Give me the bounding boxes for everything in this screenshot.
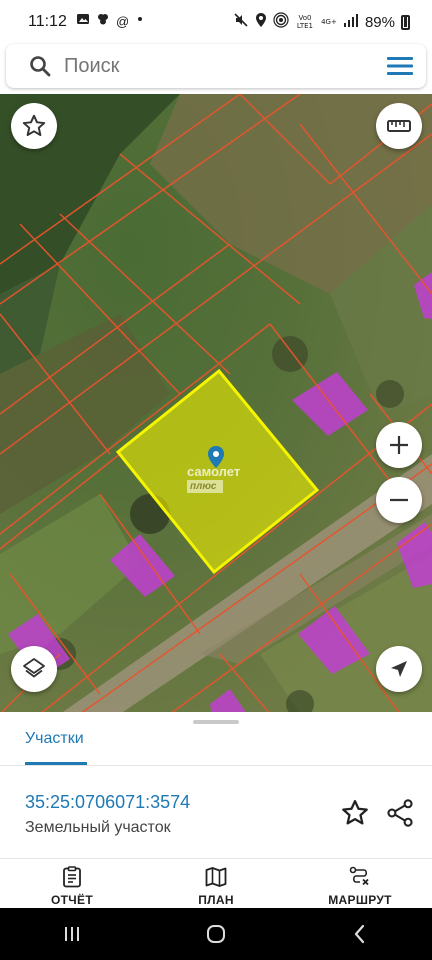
star-outline-icon[interactable] — [340, 798, 370, 828]
ruler-button[interactable] — [376, 103, 422, 149]
zoom-in-button[interactable] — [376, 422, 422, 468]
plan-button[interactable]: ПЛАН — [144, 859, 288, 909]
report-label: ОТЧЁТ — [51, 893, 93, 907]
plan-label: ПЛАН — [198, 893, 234, 907]
recent-apps-button[interactable] — [52, 914, 92, 954]
network-type: 4G+ — [321, 18, 337, 26]
zoom-out-button[interactable] — [376, 477, 422, 523]
dot-icon — [135, 12, 145, 31]
action-bar: ОТЧЁТ ПЛАН МАРШРУТ — [0, 859, 432, 909]
battery-icon — [401, 14, 410, 30]
gallery-icon — [76, 12, 90, 31]
navigation-arrow-icon — [391, 661, 407, 677]
home-icon — [207, 925, 225, 943]
watermark: самолет плюс — [187, 464, 241, 493]
system-nav-bar — [0, 908, 432, 960]
divider — [0, 765, 432, 766]
mute-icon — [233, 12, 249, 32]
signal-icon — [343, 13, 359, 31]
status-bar: 11:12 @ Vo0 LTE1 4G+ 89% — [0, 0, 432, 44]
report-button[interactable]: ОТЧЁТ — [0, 859, 144, 909]
report-icon — [63, 866, 81, 888]
hamburger-menu-icon[interactable] — [386, 54, 414, 78]
back-button[interactable] — [340, 914, 380, 954]
minus-icon — [390, 498, 408, 502]
tab-parcels[interactable]: Участки — [25, 730, 84, 748]
parcel-type: Земельный участок — [25, 819, 171, 836]
battery-percent: 89% — [364, 13, 395, 31]
favorites-button[interactable] — [11, 103, 57, 149]
route-button[interactable]: МАРШРУТ — [288, 859, 432, 909]
map-plan-icon — [205, 867, 227, 887]
star-outline-icon — [22, 114, 46, 136]
ruler-icon — [387, 120, 411, 132]
windmill-icon — [96, 12, 110, 31]
home-button[interactable] — [196, 914, 236, 954]
volte-icon: Vo0 LTE1 — [296, 14, 314, 30]
map-canvas[interactable] — [0, 94, 432, 714]
bottom-sheet: Участки 35:25:0706071:3574 Земельный уча… — [0, 712, 432, 908]
back-chevron-icon — [354, 924, 365, 944]
parcel-cadastral-number[interactable]: 35:25:0706071:3574 — [25, 792, 190, 813]
satellite-map[interactable]: самолет плюс — [0, 94, 432, 714]
route-label: МАРШРУТ — [328, 893, 392, 907]
recent-apps-icon — [65, 927, 79, 941]
status-time: 11:12 — [28, 13, 67, 30]
hotspot-icon — [273, 12, 289, 32]
location-icon — [255, 12, 267, 32]
share-icon[interactable] — [386, 798, 414, 828]
drag-handle[interactable] — [193, 720, 239, 724]
my-location-button[interactable] — [376, 646, 422, 692]
at-icon: @ — [116, 13, 130, 29]
plus-icon — [390, 436, 408, 454]
search-icon[interactable] — [28, 54, 52, 78]
layers-button[interactable] — [11, 646, 57, 692]
search-area — [0, 44, 432, 94]
layers-icon — [23, 658, 45, 678]
route-icon — [349, 866, 369, 886]
search-bar[interactable] — [6, 44, 426, 88]
search-input[interactable] — [64, 44, 354, 88]
